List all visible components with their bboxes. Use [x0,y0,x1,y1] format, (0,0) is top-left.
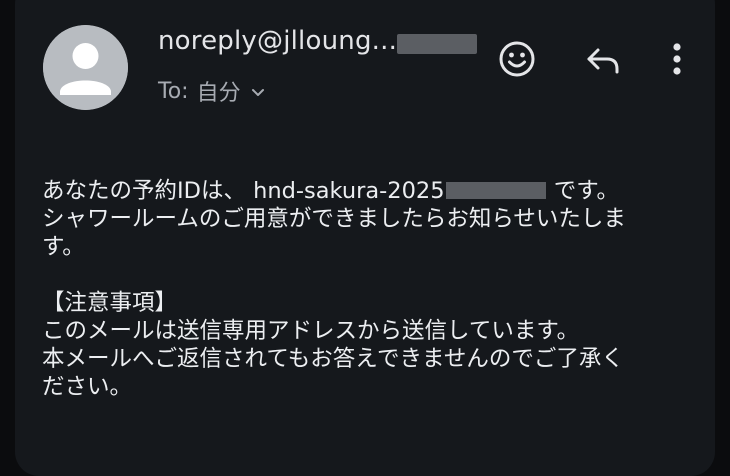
chevron-down-icon[interactable] [251,79,265,104]
notice-line-end: ださい。 [42,374,133,400]
reservation-suffix: です。 [546,178,619,204]
recipient-toggle[interactable]: To: 自分 [158,75,265,107]
more-vertical-icon [672,42,682,80]
to-value: 自分 [196,81,241,106]
sender-avatar-icon[interactable] [43,25,128,110]
reservation-id-text: あなたの予約IDは、 hnd-sakura-2025 [42,178,445,204]
email-body: あなたの予約IDは、 hnd-sakura-2025 です。 シャワールームのご… [42,177,697,401]
notice-heading: 【注意事項】 [42,290,178,316]
to-label: To: [158,78,189,104]
shower-ready-line-end: す。 [42,234,85,260]
reservation-line: あなたの予約IDは、 hnd-sakura-2025 です。 [42,177,697,205]
shower-ready-line: シャワールームのご用意ができましたらお知らせいたしま [42,206,626,232]
redacted-reservation-id [445,182,546,199]
more-options-button[interactable] [664,40,690,82]
notice-line: 本メールへご返信されてもお答えできませんのでご了承く [42,346,624,372]
reply-button[interactable] [582,42,624,82]
emoji-icon [498,40,536,82]
notice-line: このメールは送信専用アドレスから送信しています。 [42,318,580,344]
sender-address[interactable]: noreply@jlloung... [158,26,397,56]
redacted-sender-detail [397,34,477,54]
add-reaction-button[interactable] [496,40,538,82]
reply-icon [585,45,621,79]
